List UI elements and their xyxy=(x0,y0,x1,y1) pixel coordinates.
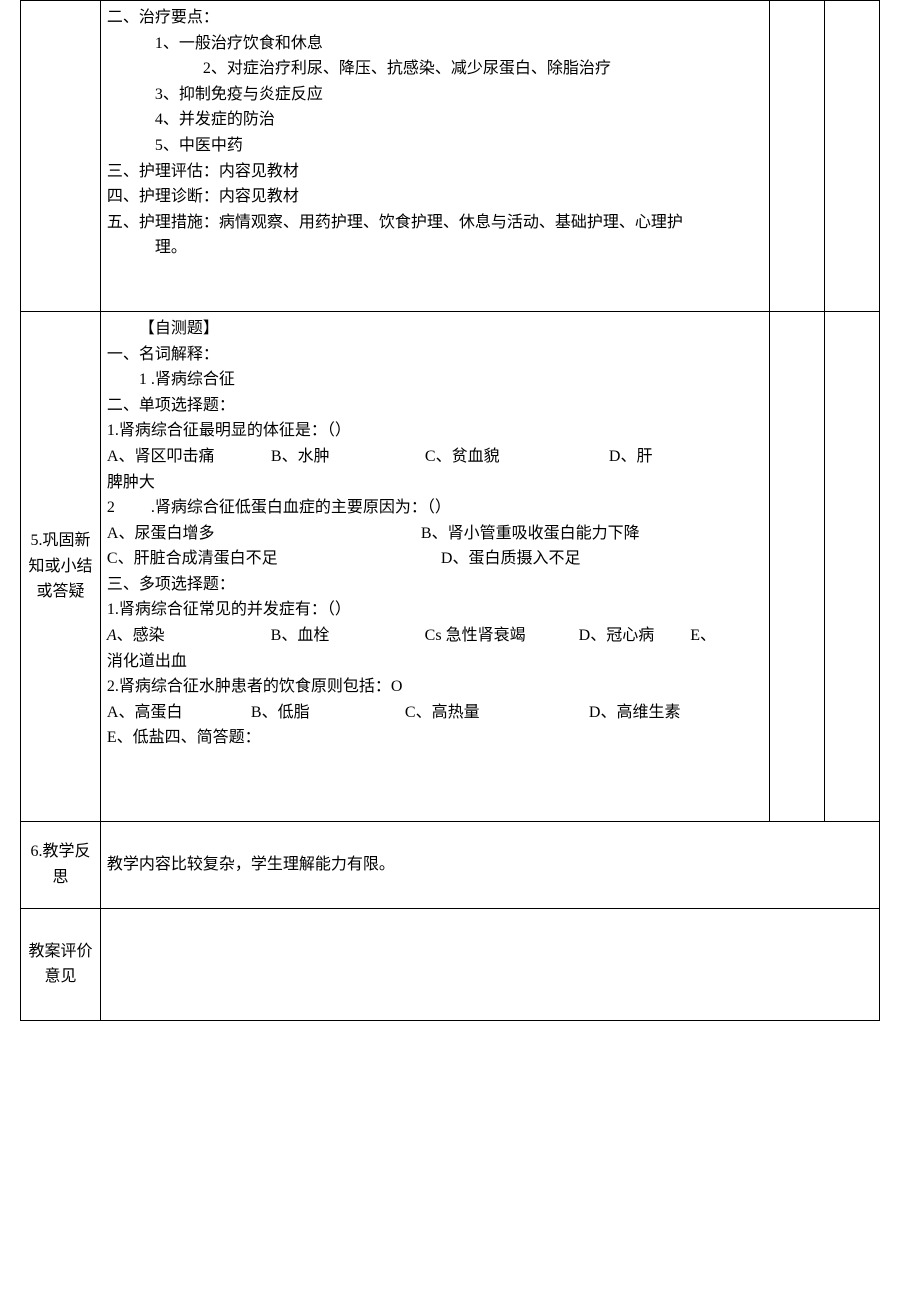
line: 五、护理措施：病情观察、用药护理、饮食护理、休息与活动、基础护理、心理护 xyxy=(107,214,683,231)
line: 1、一般治疗饮食和休息 xyxy=(107,31,763,57)
option-e: E、 xyxy=(658,627,716,644)
row-label-cell: 教案评价意见 xyxy=(21,908,101,1020)
question-stem: 1.肾病综合征常见的并发症有：（） xyxy=(107,597,763,623)
evaluation-cell xyxy=(100,908,879,1020)
option-b: B、水肿 xyxy=(271,444,421,470)
section-title: 二、单项选择题： xyxy=(107,393,763,419)
self-test-cell: 【自测题】 一、名词解释： 1 .肾病综合征 二、单项选择题： 1.肾病综合征最… xyxy=(100,311,769,821)
option-continuation: 消化道出血 xyxy=(107,649,763,675)
option-a-prefix: A xyxy=(107,627,117,644)
line: 3、抑制免疫与炎症反应 xyxy=(107,82,763,108)
options-line: E、低盐四、简答题： xyxy=(107,725,763,751)
option-b: B、低脂 xyxy=(251,700,401,726)
option-c: Cs 急性肾衰竭 xyxy=(425,623,575,649)
question-stem: 2.肾病综合征水肿患者的饮食原则包括：O xyxy=(107,674,763,700)
reflection-text: 教学内容比较复杂，学生理解能力有限。 xyxy=(107,856,395,873)
option-a: A、尿蛋白增多 xyxy=(107,521,417,547)
document-page: 二、治疗要点： 1、一般治疗饮食和休息 2、对症治疗利尿、降压、抗感染、减少尿蛋… xyxy=(0,0,920,1021)
blank-cell xyxy=(770,1,825,312)
line: 二、治疗要点： xyxy=(107,5,763,31)
table-row: 教案评价意见 xyxy=(21,908,880,1020)
options-line: A、尿蛋白增多 B、肾小管重吸收蛋白能力下降 xyxy=(107,521,763,547)
option-a-text: 、感染 xyxy=(117,623,267,649)
option-c: C、高热量 xyxy=(405,700,585,726)
option-d: D、冠心病 xyxy=(579,627,655,644)
lesson-plan-table: 二、治疗要点： 1、一般治疗饮食和休息 2、对症治疗利尿、降压、抗感染、减少尿蛋… xyxy=(20,0,880,1021)
option-b: B、血栓 xyxy=(271,623,421,649)
option-c: C、贫血貌 xyxy=(425,444,605,470)
row-label: 教案评价意见 xyxy=(28,943,92,986)
row-label-cell: 6.教学反思 xyxy=(21,822,101,909)
option-d: D、肝 xyxy=(609,448,653,465)
question-stem: 1.肾病综合征最明显的体征是：（） xyxy=(107,418,763,444)
option-continuation: 脾肿大 xyxy=(107,470,763,496)
section-title: 一、名词解释： xyxy=(107,342,763,368)
section-title: 三、多项选择题： xyxy=(107,572,763,598)
option-a: A、肾区叩击痛 xyxy=(107,444,267,470)
teaching-reflection-cell: 教学内容比较复杂，学生理解能力有限。 xyxy=(100,822,879,909)
line-continuation: 理。 xyxy=(107,239,187,256)
line: 4、并发症的防治 xyxy=(107,107,763,133)
term-item: 1 .肾病综合征 xyxy=(107,367,763,393)
line: 三、护理评估：内容见教材 xyxy=(107,159,763,185)
table-row: 6.教学反思 教学内容比较复杂，学生理解能力有限。 xyxy=(21,822,880,909)
line: 2、对症治疗利尿、降压、抗感染、减少尿蛋白、除脂治疗 xyxy=(107,56,763,82)
question-stem: 2 .肾病综合征低蛋白血症的主要原因为：（） xyxy=(107,495,763,521)
row-label: 5.巩固新知或小结或答疑 xyxy=(28,532,92,600)
row-label-cell xyxy=(21,1,101,312)
table-row: 5.巩固新知或小结或答疑 【自测题】 一、名词解释： 1 .肾病综合征 二、单项… xyxy=(21,311,880,821)
treatment-points-cell: 二、治疗要点： 1、一般治疗饮食和休息 2、对症治疗利尿、降压、抗感染、减少尿蛋… xyxy=(100,1,769,312)
line: 四、护理诊断：内容见教材 xyxy=(107,184,763,210)
option-a: A、高蛋白 xyxy=(107,700,247,726)
row-label: 6.教学反思 xyxy=(30,843,90,886)
options-line: A、高蛋白 B、低脂 C、高热量 D、高维生素 xyxy=(107,700,763,726)
option-b: B、肾小管重吸收蛋白能力下降 xyxy=(421,525,640,542)
line: 5、中医中药 xyxy=(107,133,763,159)
option-c: C、肝脏合成清蛋白不足 xyxy=(107,546,437,572)
self-test-title: 【自测题】 xyxy=(107,316,763,342)
row-label-cell: 5.巩固新知或小结或答疑 xyxy=(21,311,101,821)
option-d: D、高维生素 xyxy=(589,704,681,721)
blank-cell xyxy=(825,311,880,821)
blank-cell xyxy=(770,311,825,821)
options-line: A、感染 B、血栓 Cs 急性肾衰竭 D、冠心病 E、 xyxy=(107,623,763,649)
option-d: D、蛋白质摄入不足 xyxy=(441,550,581,567)
table-row: 二、治疗要点： 1、一般治疗饮食和休息 2、对症治疗利尿、降压、抗感染、减少尿蛋… xyxy=(21,1,880,312)
options-line: C、肝脏合成清蛋白不足 D、蛋白质摄入不足 xyxy=(107,546,763,572)
options-line: A、肾区叩击痛 B、水肿 C、贫血貌 D、肝 xyxy=(107,444,763,470)
blank-cell xyxy=(825,1,880,312)
